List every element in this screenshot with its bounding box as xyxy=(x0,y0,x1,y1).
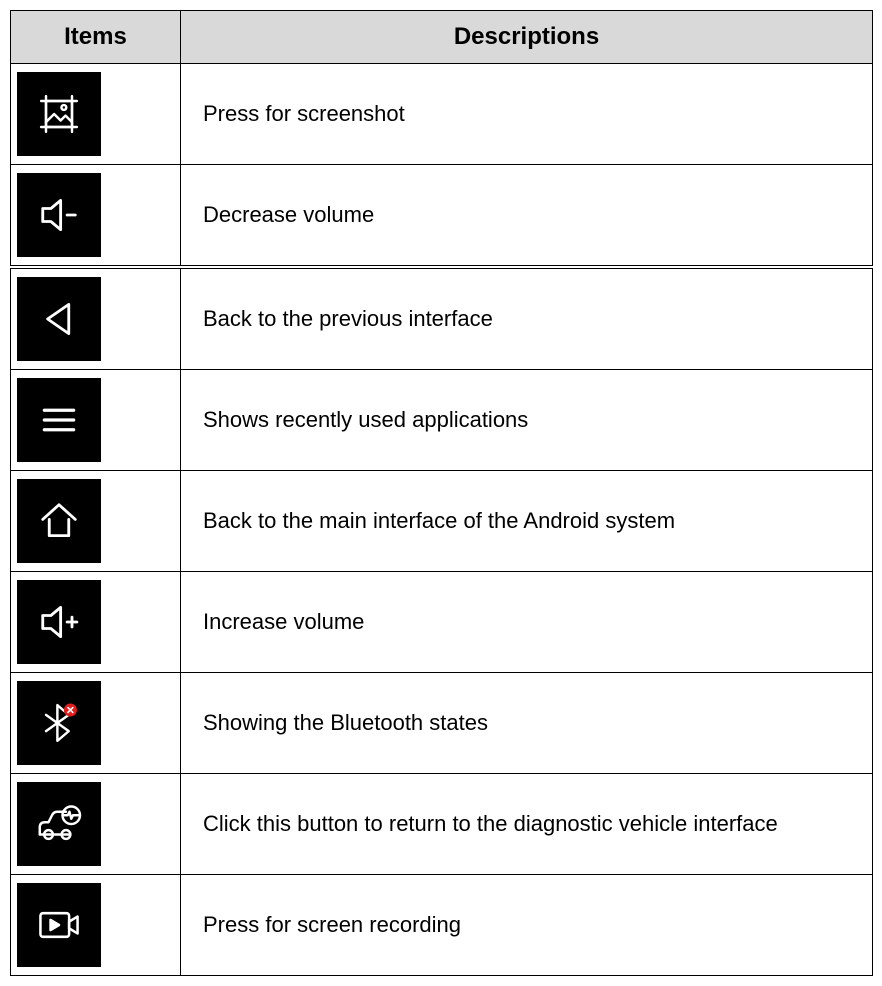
row-description: Click this button to return to the diagn… xyxy=(181,774,873,875)
volume-down-icon xyxy=(17,173,101,257)
back-icon xyxy=(17,277,101,361)
row-description: Back to the previous interface xyxy=(181,267,873,370)
header-descriptions: Descriptions xyxy=(181,11,873,64)
table-row: Decrease volume xyxy=(11,165,873,268)
row-description: Press for screenshot xyxy=(181,64,873,165)
screen-record-icon xyxy=(17,883,101,967)
table-row: Showing the Bluetooth states xyxy=(11,673,873,774)
row-description: Press for screen recording xyxy=(181,875,873,976)
items-descriptions-table: Items Descriptions Press for screenshot xyxy=(10,10,873,976)
table-row: Back to the previous interface xyxy=(11,267,873,370)
volume-up-icon xyxy=(17,580,101,664)
row-description: Decrease volume xyxy=(181,165,873,268)
diagnostic-car-icon xyxy=(17,782,101,866)
table-row: Press for screen recording xyxy=(11,875,873,976)
table-row: Press for screenshot xyxy=(11,64,873,165)
row-description: Showing the Bluetooth states xyxy=(181,673,873,774)
screenshot-icon xyxy=(17,72,101,156)
bluetooth-status-icon xyxy=(17,681,101,765)
table-row: Shows recently used applications xyxy=(11,370,873,471)
header-items: Items xyxy=(11,11,181,64)
row-description: Back to the main interface of the Androi… xyxy=(181,471,873,572)
table-row: Back to the main interface of the Androi… xyxy=(11,471,873,572)
table-row: Increase volume xyxy=(11,572,873,673)
home-icon xyxy=(17,479,101,563)
table-row: Click this button to return to the diagn… xyxy=(11,774,873,875)
row-description: Increase volume xyxy=(181,572,873,673)
row-description: Shows recently used applications xyxy=(181,370,873,471)
recent-apps-icon xyxy=(17,378,101,462)
